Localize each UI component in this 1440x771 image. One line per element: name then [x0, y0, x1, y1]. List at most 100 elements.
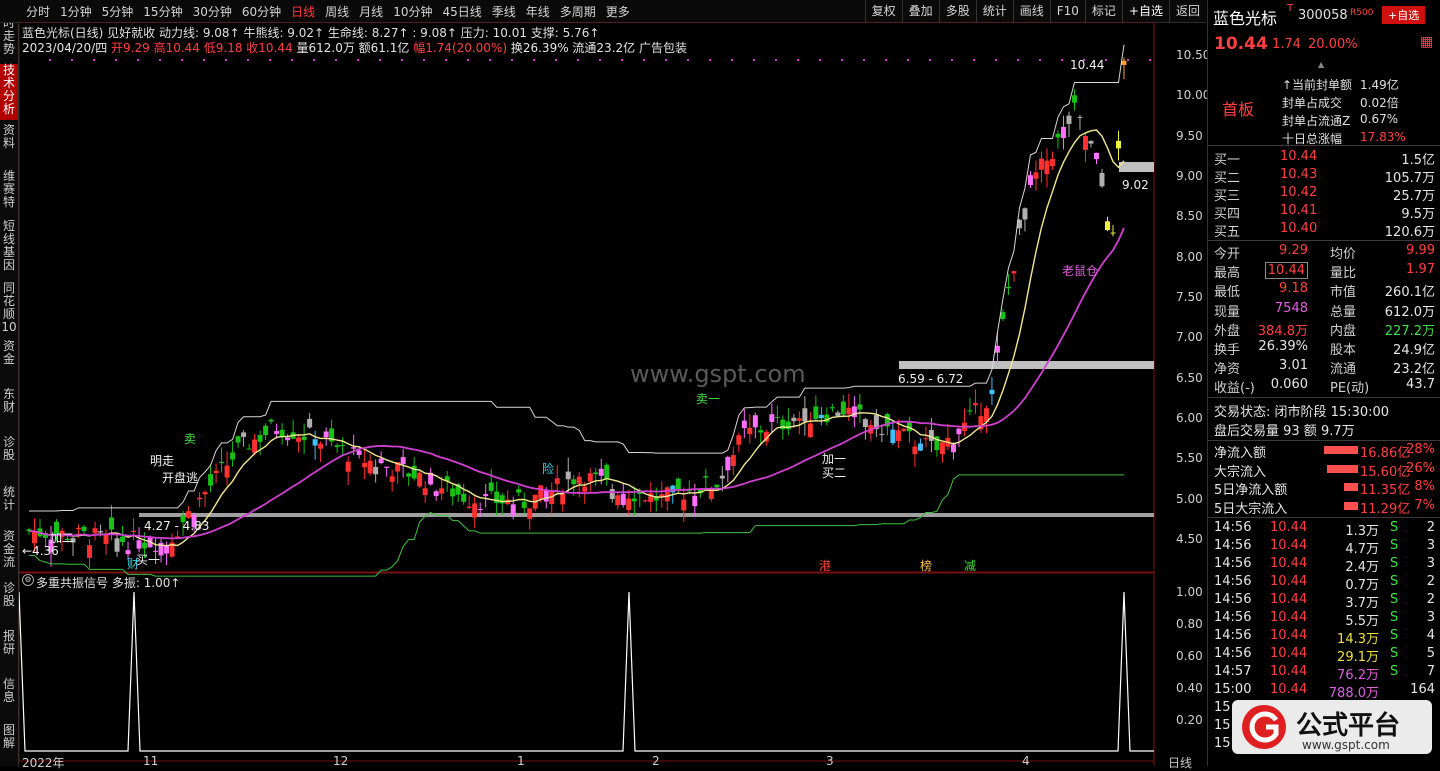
candle-body [263, 425, 269, 436]
price-change-pct: 20.00% [1308, 37, 1358, 52]
settings-icon[interactable]: ⚙ [22, 574, 34, 586]
period-tab-13[interactable]: 多周期 [560, 3, 596, 20]
resistance-dot [1105, 59, 1107, 61]
resistance-dot [335, 59, 337, 61]
period-tab-5[interactable]: 60分钟 [242, 3, 281, 20]
bid-price[interactable]: 10.41 [1280, 203, 1317, 218]
bid-label: 买四 [1214, 207, 1241, 222]
candle-body [604, 464, 610, 479]
period-tab-7[interactable]: 周线 [325, 3, 349, 20]
candle-body [208, 474, 214, 486]
ohlc-part-2: 高10.44 [149, 41, 200, 55]
tick-side: S [1390, 664, 1399, 679]
tick-price: 10.44 [1270, 538, 1308, 553]
stat-value: 24.9亿 [1393, 343, 1435, 358]
left-tab-7[interactable]: 东财 [0, 388, 18, 414]
time-tick: 2022年 [22, 756, 65, 770]
resistance-dot [291, 59, 293, 61]
candle-body [164, 545, 170, 554]
candle-body [406, 473, 412, 477]
resistance-dot [1017, 59, 1019, 61]
resistance-dot [93, 59, 95, 61]
candle-body [472, 503, 478, 518]
left-tab-5[interactable]: 同花顺10 [0, 282, 18, 334]
candle-body [912, 446, 918, 455]
chart-annotation: ←4.36 [22, 544, 59, 558]
resistance-dot [687, 59, 689, 61]
ohlc-info-line: 2023/04/20/四 开9.29 高10.44 低9.18 收10.44 量… [22, 39, 687, 56]
candle-body [433, 491, 439, 497]
price-tick: 9.50 [1176, 128, 1203, 143]
period-tab-10[interactable]: 45日线 [442, 3, 481, 20]
period-tab-9[interactable]: 10分钟 [393, 3, 432, 20]
resistance-dot [489, 59, 491, 61]
toolbar-button-8[interactable]: 返回 [1168, 0, 1206, 22]
toolbar-button-5[interactable]: F10 [1049, 0, 1085, 22]
period-tab-1[interactable]: 1分钟 [60, 3, 92, 20]
period-tab-8[interactable]: 月线 [359, 3, 383, 20]
period-tab-3[interactable]: 15分钟 [143, 3, 182, 20]
chart-annotation: 财 [127, 557, 140, 571]
bid-label: 买三 [1214, 189, 1241, 204]
period-tab-0[interactable]: 分时 [26, 3, 50, 20]
candle-body [543, 490, 549, 502]
period-tab-14[interactable]: 更多 [606, 3, 630, 20]
left-tab-11[interactable]: 诊股 [0, 582, 18, 608]
left-tab-4[interactable]: 短线基因 [0, 220, 18, 272]
left-tab-13[interactable]: 信息 [0, 678, 18, 704]
left-tab-14[interactable]: 图解 [0, 724, 18, 750]
candle-body [576, 476, 582, 484]
left-tab-10[interactable]: 资金流 [0, 530, 18, 569]
candle-body [142, 542, 148, 549]
toolbar-button-1[interactable]: 叠加 [901, 0, 939, 22]
bid-price[interactable]: 10.44 [1280, 149, 1317, 164]
period-tab-6[interactable]: 日线 [291, 3, 315, 20]
toolbar-button-2[interactable]: 多股 [938, 0, 976, 22]
bid-price[interactable]: 10.43 [1280, 167, 1317, 182]
ohlc-part-8: 换26.39% [507, 41, 569, 55]
left-tab-2[interactable]: 资料 [0, 124, 18, 150]
candle-body [213, 470, 219, 474]
left-tab-9[interactable]: 统计 [0, 486, 18, 512]
tick-volume: 14.3万 [1337, 632, 1379, 647]
expand-icon[interactable]: ▦ [1420, 34, 1433, 50]
candle-body [1088, 141, 1094, 144]
candle-body [862, 419, 868, 427]
stock-name: 蓝色光标 [1213, 9, 1278, 28]
add-watchlist-button[interactable]: +自选 [1382, 6, 1426, 24]
kline-chart[interactable] [19, 22, 1206, 766]
bid-price[interactable]: 10.40 [1280, 221, 1317, 236]
toolbar-button-6[interactable]: 标记 [1084, 0, 1122, 22]
period-tab-2[interactable]: 5分钟 [102, 3, 134, 20]
left-tab-8[interactable]: 诊股 [0, 436, 18, 462]
toolbar-button-7[interactable]: +自选 [1121, 0, 1169, 22]
flow-value: 11.35亿 [1360, 483, 1411, 498]
stat-label: 收益(-) [1214, 381, 1255, 397]
left-tab-3[interactable]: 维赛特 [0, 170, 18, 209]
candle-body [252, 439, 258, 453]
current-price: 10.44 [1214, 34, 1268, 54]
collapse-icon[interactable]: ▲ [1318, 60, 1324, 69]
period-tab-12[interactable]: 年线 [526, 3, 550, 20]
resistance-dot [445, 59, 447, 61]
stat-label: 股本 [1330, 343, 1357, 358]
left-tab-6[interactable]: 资金 [0, 340, 18, 366]
toolbar-button-0[interactable]: 复权 [864, 0, 902, 22]
candle-body [285, 437, 291, 441]
period-tab-4[interactable]: 30分钟 [193, 3, 232, 20]
bid-price[interactable]: 10.42 [1280, 185, 1317, 200]
toolbar-button-3[interactable]: 统计 [975, 0, 1013, 22]
candle-body [389, 476, 395, 482]
left-tab-1[interactable]: 技术分析 [0, 64, 18, 120]
candle-body [538, 485, 544, 500]
candle-body [835, 412, 841, 416]
resistance-dot [1149, 59, 1151, 61]
divider [1208, 440, 1440, 441]
candle-body [675, 478, 681, 491]
flow-value: 16.86亿 [1360, 446, 1411, 461]
toolbar-button-4[interactable]: 画线 [1012, 0, 1050, 22]
period-tab-11[interactable]: 季线 [492, 3, 516, 20]
resistance-dot [731, 59, 733, 61]
left-tab-12[interactable]: 报研 [0, 630, 18, 656]
chart-annotation: 卖一 [696, 392, 721, 406]
